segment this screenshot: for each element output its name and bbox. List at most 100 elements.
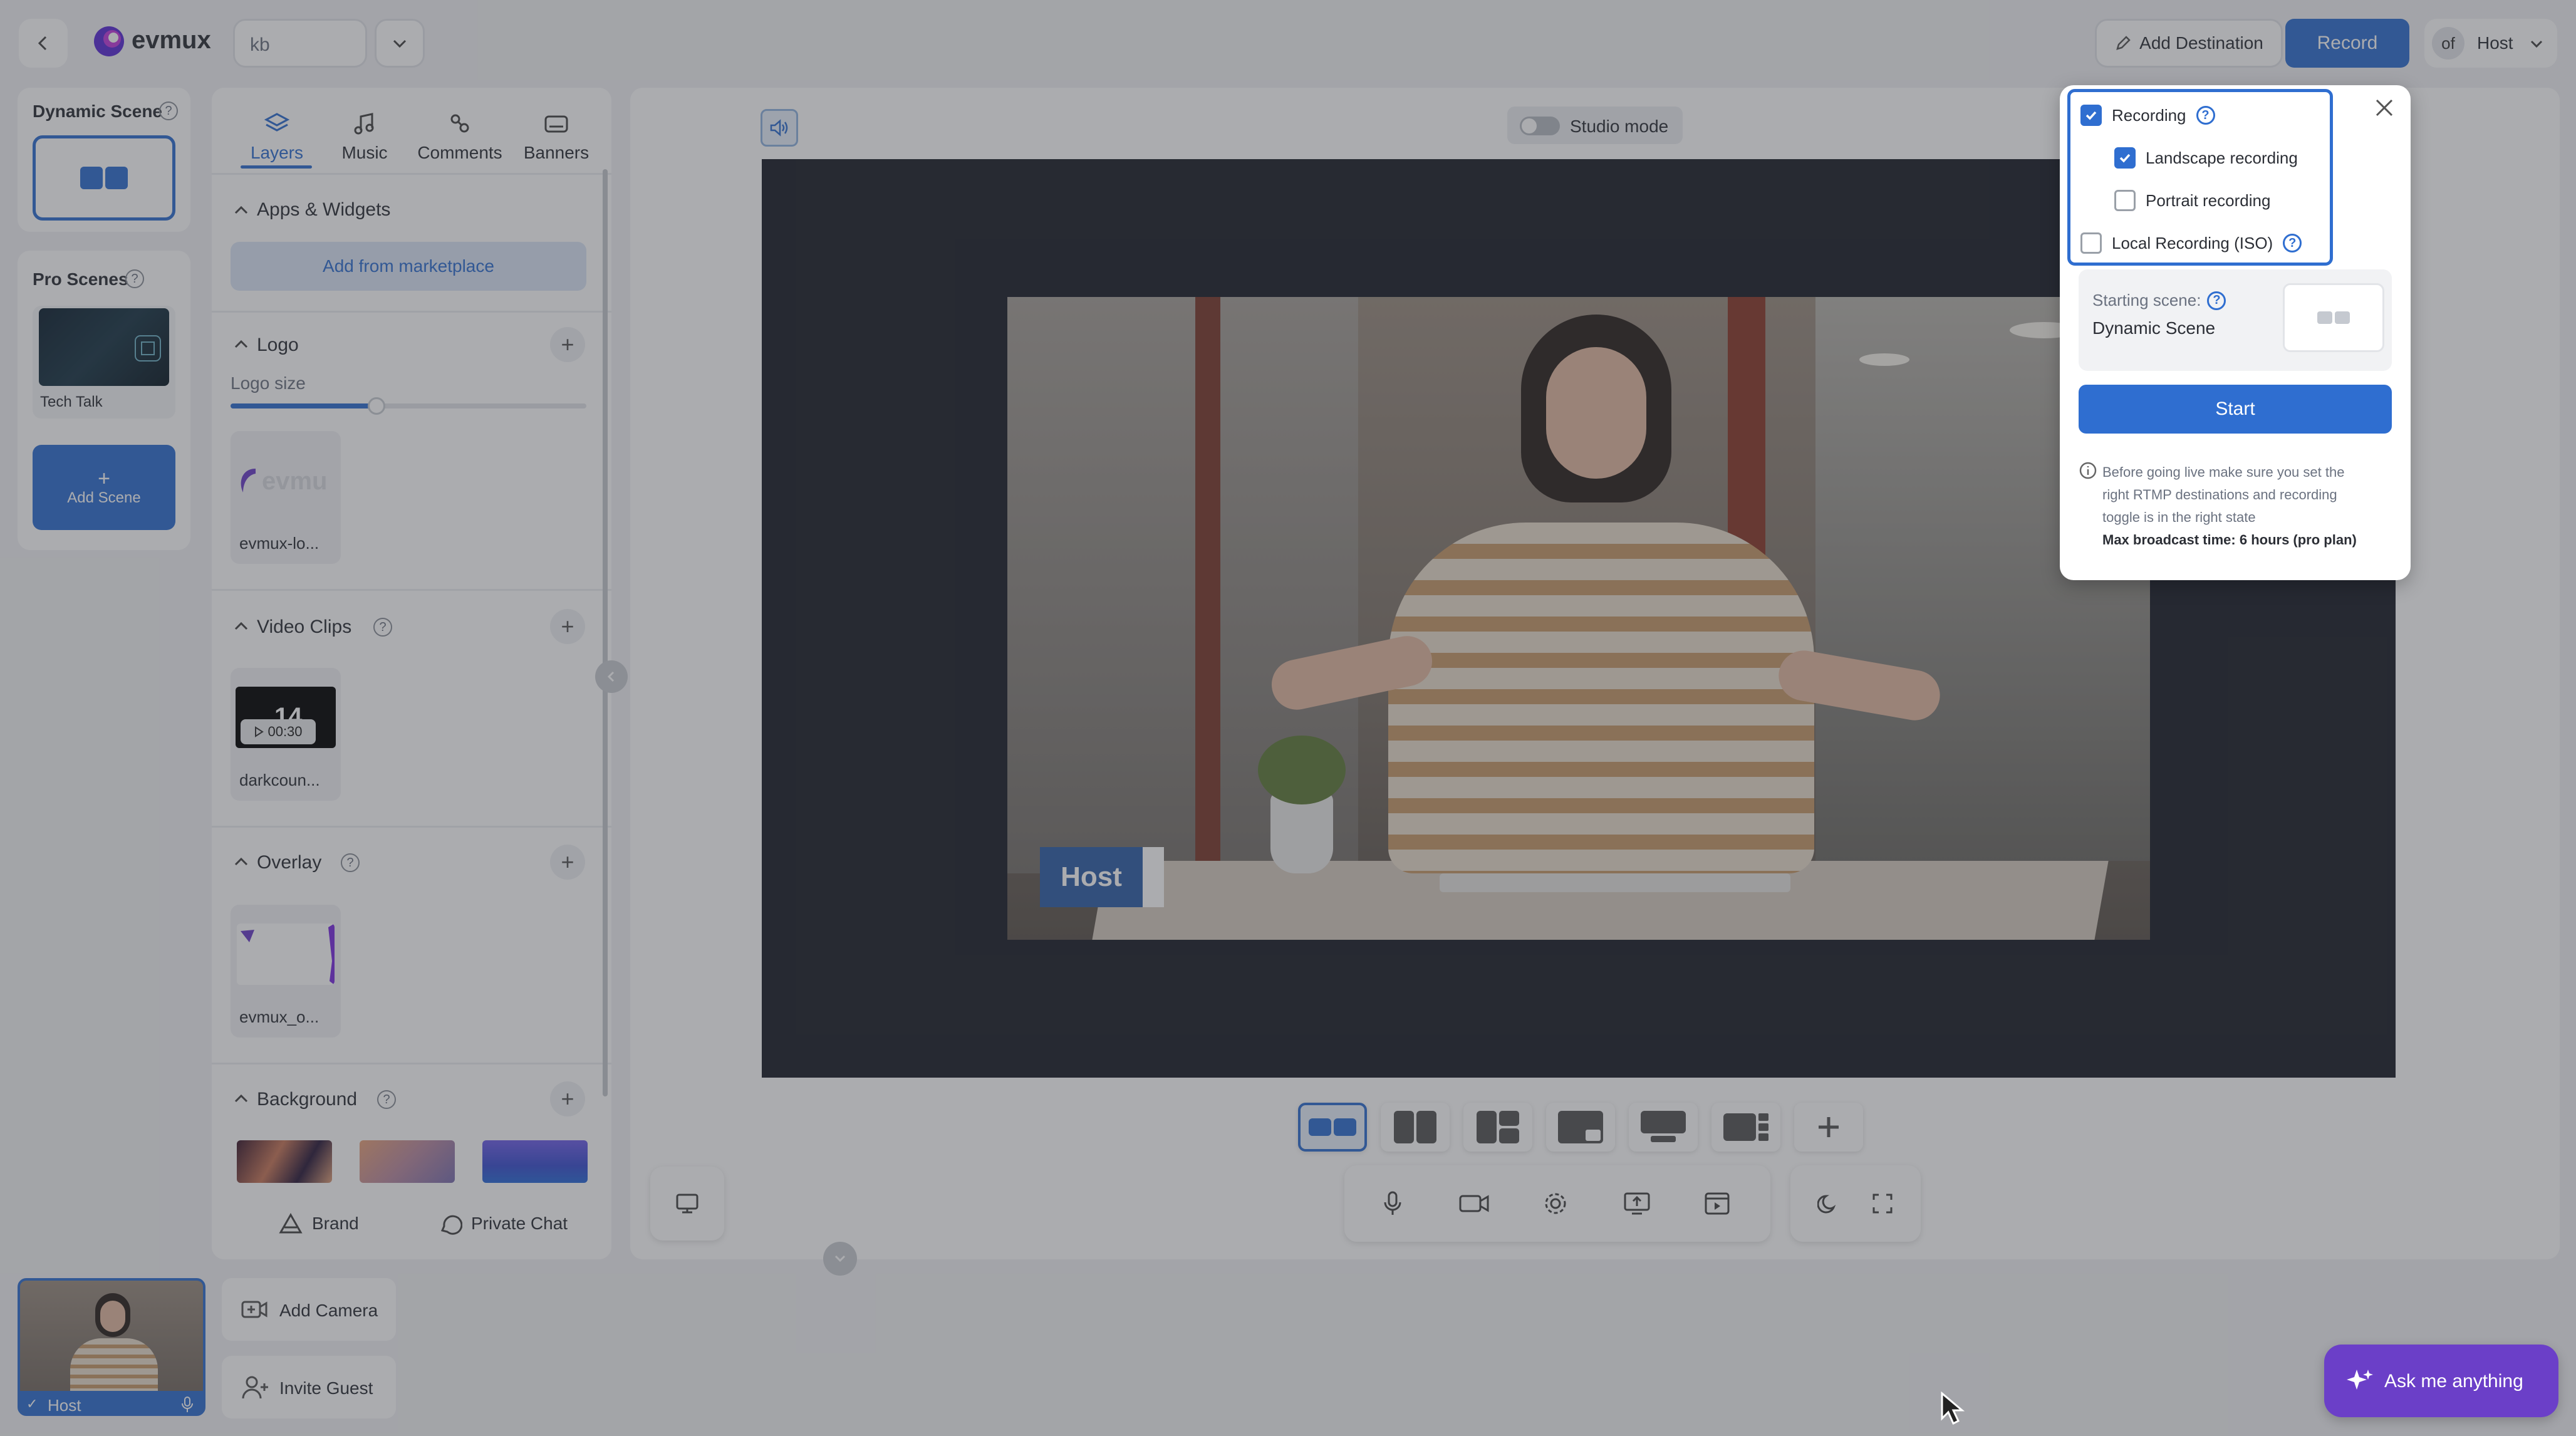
help-icon[interactable]: ? <box>2207 291 2226 310</box>
recording-checkbox[interactable] <box>2080 105 2102 126</box>
collapse-panel-button[interactable] <box>595 660 628 693</box>
apps-widgets-header[interactable]: Apps & Widgets <box>231 194 581 226</box>
add-overlay-button[interactable]: + <box>550 845 585 880</box>
overlay-graphic-icon <box>241 924 335 985</box>
expand-bottom-button[interactable] <box>823 1242 857 1276</box>
start-recording-button[interactable]: Start <box>2079 385 2392 434</box>
overlay-header[interactable]: Overlay ? + <box>231 845 586 880</box>
add-scene-button[interactable]: + Add Scene <box>33 445 175 530</box>
plus-icon: + <box>561 613 574 639</box>
add-background-button[interactable]: + <box>550 1081 585 1116</box>
split-layout-icon <box>1394 1111 1436 1143</box>
brand-button[interactable]: Brand <box>278 1209 359 1238</box>
close-popup-button[interactable] <box>2369 93 2399 123</box>
close-icon <box>2376 99 2393 117</box>
layout-split-button[interactable] <box>1381 1103 1450 1152</box>
participant-tile-host[interactable]: ✓ Host <box>18 1278 205 1416</box>
slider-handle[interactable] <box>367 397 385 415</box>
media-play-icon <box>1705 1192 1730 1215</box>
ask-me-anything-button[interactable]: Ask me anything <box>2324 1345 2558 1417</box>
chevron-left-icon <box>38 36 47 51</box>
tab-layers[interactable]: Layers <box>237 103 317 172</box>
dark-mode-button[interactable] <box>1814 1189 1843 1218</box>
tab-label: Layers <box>250 143 304 162</box>
logo-section-header[interactable]: Logo + <box>231 327 586 362</box>
local-recording-option[interactable]: Local Recording (ISO) ? <box>2080 232 2302 254</box>
checkmark-icon <box>2119 153 2131 163</box>
help-icon[interactable]: ? <box>125 269 144 288</box>
dynamic-scene-title: Dynamic Scene <box>33 101 162 121</box>
logo-size-slider[interactable] <box>231 397 586 415</box>
studio-mode-label: Studio mode <box>1570 117 1669 136</box>
invite-guest-button[interactable]: Invite Guest <box>222 1356 396 1418</box>
background-thumb-2[interactable] <box>360 1140 455 1183</box>
microphone-button[interactable] <box>1378 1189 1407 1218</box>
add-camera-button[interactable]: Add Camera <box>222 1278 396 1341</box>
slider-fill <box>231 403 377 408</box>
add-logo-button[interactable]: + <box>550 327 585 362</box>
back-button[interactable] <box>19 19 68 68</box>
help-icon[interactable]: ? <box>159 101 178 120</box>
tab-banners[interactable]: Banners <box>512 103 600 172</box>
user-menu[interactable]: of Host <box>2424 19 2557 68</box>
tab-comments[interactable]: Comments <box>410 103 510 172</box>
starting-scene-select[interactable] <box>2283 283 2384 352</box>
help-icon[interactable]: ? <box>373 618 392 637</box>
screen-view-button[interactable] <box>650 1167 724 1241</box>
portrait-checkbox[interactable] <box>2114 190 2136 211</box>
fullscreen-button[interactable] <box>1868 1189 1897 1218</box>
tab-music[interactable]: Music <box>325 103 405 172</box>
camera-button[interactable] <box>1457 1189 1491 1218</box>
layout-pip-button[interactable] <box>1546 1103 1615 1152</box>
settings-button[interactable] <box>1541 1189 1570 1218</box>
add-destination-button[interactable]: Add Destination <box>2095 19 2283 68</box>
audio-button[interactable] <box>761 109 798 147</box>
moon-icon <box>1817 1195 1836 1214</box>
help-icon[interactable]: ? <box>2196 106 2215 125</box>
landscape-option[interactable]: Landscape recording <box>2114 147 2298 169</box>
help-icon[interactable]: ? <box>377 1090 396 1109</box>
recording-option[interactable]: Recording ? <box>2080 105 2215 126</box>
presenter-layout-icon <box>1641 1111 1686 1142</box>
layout-presenter-button[interactable] <box>1629 1103 1698 1152</box>
portrait-option[interactable]: Portrait recording <box>2114 190 2270 211</box>
record-button[interactable]: Record <box>2285 19 2409 68</box>
overlay-item[interactable]: evmux_o... <box>231 905 341 1038</box>
share-screen-button[interactable] <box>1621 1189 1653 1218</box>
background-thumb-1[interactable] <box>237 1140 332 1183</box>
brand-label: Brand <box>312 1214 359 1233</box>
logo-item[interactable]: evmu evmux-lo... <box>231 431 341 564</box>
red-pillar <box>1195 297 1220 873</box>
video-clips-header[interactable]: Video Clips ? + <box>231 609 586 644</box>
help-icon[interactable]: ? <box>2283 234 2302 252</box>
panel-scrollbar[interactable] <box>603 169 608 1096</box>
background-thumb-3[interactable] <box>482 1140 588 1183</box>
layout-grid-button[interactable] <box>1463 1103 1532 1152</box>
overlay-item-label: evmux_o... <box>239 1007 319 1026</box>
studio-mode-toggle[interactable]: Studio mode <box>1507 107 1683 144</box>
layout-two-up-button[interactable] <box>1298 1103 1367 1152</box>
dynamic-scene-thumb[interactable] <box>33 135 175 221</box>
host-video-feed[interactable]: Host <box>1007 297 2150 940</box>
help-icon[interactable]: ? <box>341 853 360 872</box>
keyboard <box>1440 873 1790 892</box>
layers-icon <box>264 113 290 132</box>
chevron-up-icon <box>234 340 248 348</box>
studio-dropdown-button[interactable] <box>375 19 425 68</box>
landscape-checkbox[interactable] <box>2114 147 2136 169</box>
scene-tech-talk[interactable]: Tech Talk <box>33 306 175 419</box>
background-header[interactable]: Background ? + <box>231 1081 586 1116</box>
studio-name-field[interactable]: kb <box>233 19 367 68</box>
add-layout-button[interactable] <box>1794 1103 1863 1152</box>
host-lower-third-label: Host <box>1061 861 1122 892</box>
add-from-marketplace-button[interactable]: Add from marketplace <box>231 242 586 291</box>
local-recording-checkbox[interactable] <box>2080 232 2102 254</box>
play-icon <box>255 726 264 737</box>
starting-scene-box: Starting scene: ? Dynamic Scene <box>2079 269 2392 371</box>
plus-icon: + <box>98 467 110 491</box>
video-clip-item[interactable]: 14 00:30 darkcoun... <box>231 668 341 801</box>
add-video-clip-button[interactable]: + <box>550 609 585 644</box>
layout-sidebar-button[interactable] <box>1711 1103 1780 1152</box>
media-library-button[interactable] <box>1703 1189 1732 1218</box>
private-chat-button[interactable]: Private Chat <box>439 1209 568 1238</box>
